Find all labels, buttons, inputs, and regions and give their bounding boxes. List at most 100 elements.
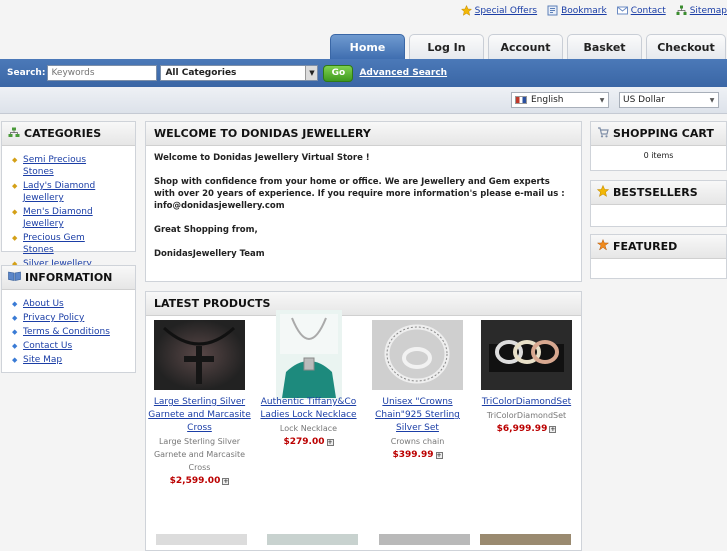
add-to-cart-icon[interactable]: + <box>435 451 443 459</box>
list-item: ◆ Lady's Diamond Jewellery <box>12 180 135 204</box>
product-price: $2,599.00 + <box>169 476 230 486</box>
special-offers-link[interactable]: Special Offers <box>460 4 537 16</box>
product-price: $6,999.99 + <box>496 424 557 434</box>
main-tabs: Home Log In Account Basket Checkout <box>330 34 726 59</box>
product-image[interactable] <box>156 534 247 545</box>
category-link[interactable]: Lady's Diamond Jewellery <box>23 180 118 204</box>
mail-icon <box>616 5 628 16</box>
shopping-cart-title: SHOPPING CART <box>613 127 714 140</box>
categories-icon <box>8 127 20 141</box>
category-link[interactable]: Men's Diamond Jewellery <box>23 206 118 230</box>
product-image[interactable] <box>154 320 245 390</box>
product-card: Unisex "Crowns Chain"925 Sterling Silver… <box>363 320 472 488</box>
information-box: INFORMATION ◆ About Us ◆ Privacy Policy ◆ T… <box>1 265 136 373</box>
info-link[interactable]: Contact Us <box>23 340 118 352</box>
star-icon <box>596 184 610 200</box>
shopping-cart-box: SHOPPING CART 0 items <box>590 121 727 171</box>
bullet-icon: ◆ <box>12 300 18 308</box>
sitemap-link[interactable]: Sitemap <box>676 5 727 16</box>
search-bar: Search: All Categories▼ Go Advanced Sear… <box>0 59 727 87</box>
product-name-link[interactable]: Unisex "Crowns Chain"925 Sterling Silver… <box>363 396 472 435</box>
product-card: Authentic Tiffany&Co Ladies Lock Necklac… <box>254 310 363 488</box>
product-image[interactable] <box>480 534 571 545</box>
product-name-link[interactable]: Authentic Tiffany&Co Ladies Lock Necklac… <box>254 396 363 422</box>
welcome-paragraph: Welcome to Donidas Jewellery Virtual Sto… <box>154 153 370 163</box>
bullet-icon: ◆ <box>12 342 18 350</box>
bullet-icon: ◆ <box>12 156 18 164</box>
list-item: ◆ Terms & Conditions <box>12 326 135 338</box>
advanced-search-link[interactable]: Advanced Search <box>359 68 447 78</box>
star-icon <box>460 4 472 16</box>
tab-home[interactable]: Home <box>330 34 405 59</box>
go-button[interactable]: Go <box>323 64 354 82</box>
welcome-title: WELCOME TO DONIDAS JEWELLERY <box>146 122 581 146</box>
bestsellers-title: BESTSELLERS <box>613 186 698 199</box>
info-link[interactable]: About Us <box>23 298 118 310</box>
welcome-paragraph: Shop with confidence from your home or o… <box>154 177 565 211</box>
category-link[interactable]: Precious Gem Stones <box>23 232 118 256</box>
product-image[interactable] <box>481 320 572 390</box>
product-grid: Large Sterling Silver Garnete and Marcas… <box>145 310 581 488</box>
product-image[interactable] <box>372 320 463 390</box>
info-link[interactable]: Site Map <box>23 354 118 366</box>
book-icon <box>8 271 21 284</box>
list-item: ◆ Contact Us <box>12 340 135 352</box>
product-description: Lock Necklace <box>279 424 338 433</box>
product-description: Large Sterling Silver Garnete and Marcas… <box>153 437 246 472</box>
featured-icon <box>596 238 610 254</box>
category-list: ◆ Semi Precious Stones ◆ Lady's Diamond Je… <box>2 146 135 270</box>
bullet-icon: ◆ <box>12 356 18 364</box>
add-to-cart-icon[interactable]: + <box>549 425 557 433</box>
product-description: Crowns chain <box>390 437 445 446</box>
search-input[interactable] <box>47 65 158 81</box>
product-price: $399.99 + <box>392 450 443 460</box>
categories-box: CATEGORIES ◆ Semi Precious Stones ◆ Lady's… <box>1 121 136 269</box>
sitemap-icon <box>676 5 687 16</box>
bullet-icon: ◆ <box>12 314 18 322</box>
welcome-text: Welcome to Donidas Jewellery Virtual Sto… <box>146 146 581 278</box>
product-image[interactable] <box>275 310 342 400</box>
tab-basket[interactable]: Basket <box>567 34 642 59</box>
list-item: ◆ Privacy Policy <box>12 312 135 324</box>
latest-products-title: LATEST PRODUCTS <box>146 292 581 316</box>
bullet-icon: ◆ <box>12 182 18 190</box>
add-to-cart-icon[interactable]: + <box>222 477 230 485</box>
category-select[interactable]: All Categories ▼ <box>160 65 319 81</box>
product-image[interactable] <box>267 534 358 545</box>
list-item: ◆ About Us <box>12 298 135 310</box>
product-name-link[interactable]: Large Sterling Silver Garnete and Marcas… <box>145 396 254 435</box>
product-image[interactable] <box>379 534 470 545</box>
info-link[interactable]: Privacy Policy <box>23 312 118 324</box>
information-list: ◆ About Us ◆ Privacy Policy ◆ Terms & Condi… <box>2 290 135 366</box>
list-item: ◆ Site Map <box>12 354 135 366</box>
bookmark-icon <box>547 5 558 16</box>
tab-account[interactable]: Account <box>488 34 563 59</box>
welcome-paragraph: DonidasJewellery Team <box>154 249 265 259</box>
chevron-down-icon: ▼ <box>709 96 715 104</box>
tab-log-in[interactable]: Log In <box>409 34 484 59</box>
locale-bar: English ▼ US Dollar ▼ <box>0 87 727 114</box>
info-link[interactable]: Terms & Conditions <box>23 326 118 338</box>
categories-title: CATEGORIES <box>24 127 102 140</box>
bestsellers-box: BESTSELLERS <box>590 180 727 227</box>
currency-select[interactable]: US Dollar ▼ <box>619 92 719 108</box>
product-card: Large Sterling Silver Garnete and Marcas… <box>145 320 254 488</box>
welcome-box: WELCOME TO DONIDAS JEWELLERY Welcome to … <box>145 121 582 282</box>
flag-icon <box>515 96 527 104</box>
language-select[interactable]: English ▼ <box>511 92 609 108</box>
featured-title: FEATURED <box>613 240 678 253</box>
search-label: Search: <box>7 68 46 78</box>
list-item: ◆ Precious Gem Stones <box>12 232 135 256</box>
tab-checkout[interactable]: Checkout <box>646 34 726 59</box>
bullet-icon: ◆ <box>12 208 18 216</box>
category-link[interactable]: Semi Precious Stones <box>23 154 118 178</box>
product-name-link[interactable]: TriColorDiamondSet <box>480 396 573 409</box>
list-item: ◆ Semi Precious Stones <box>12 154 135 178</box>
contact-link[interactable]: Contact <box>616 5 666 16</box>
cart-item-count: 0 items <box>643 151 674 160</box>
featured-box: FEATURED <box>590 234 727 279</box>
bookmark-link[interactable]: Bookmark <box>547 5 607 16</box>
product-card: TriColorDiamondSet TriColorDiamondSet $6… <box>472 320 581 488</box>
cart-icon <box>597 126 609 141</box>
add-to-cart-icon[interactable]: + <box>326 438 334 446</box>
